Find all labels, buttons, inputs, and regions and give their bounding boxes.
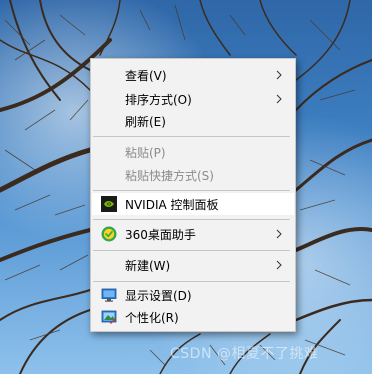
nvidia-logo-icon (101, 196, 117, 212)
desktop-background[interactable]: 查看(V) 排序方式(O) 刷新(E) 粘贴(P) 粘贴快捷方式(S) NVID… (0, 0, 372, 374)
chevron-right-icon (276, 70, 282, 80)
monitor-icon (101, 288, 117, 302)
menu-item-paste-label: 粘贴(P) (125, 145, 166, 160)
menu-item-paste-shortcut-label: 粘贴快捷方式(S) (125, 168, 214, 183)
chevron-right-icon (276, 94, 282, 104)
menu-item-360-desktop-assistant[interactable]: 360桌面助手 (92, 223, 294, 245)
menu-item-view-label: 查看(V) (125, 68, 167, 83)
menu-item-360-label: 360桌面助手 (125, 227, 196, 242)
menu-item-display-settings-label: 显示设置(D) (125, 288, 192, 303)
chevron-right-icon (276, 260, 282, 270)
watermark-text: CSDN @相夏不了挑难 (170, 346, 319, 362)
menu-item-display-settings[interactable]: 显示设置(D) (92, 284, 294, 306)
menu-item-view[interactable]: 查看(V) (92, 64, 294, 86)
menu-item-personalize[interactable]: 个性化(R) (92, 306, 294, 328)
menu-item-paste[interactable]: 粘贴(P) (92, 141, 294, 163)
360-assistant-icon (101, 226, 117, 242)
menu-item-sort-by-label: 排序方式(O) (125, 92, 192, 107)
menu-item-new[interactable]: 新建(W) (92, 254, 294, 276)
menu-item-refresh-label: 刷新(E) (125, 114, 166, 129)
menu-item-nvidia-control-panel[interactable]: NVIDIA 控制面板 (92, 193, 294, 215)
menu-item-refresh[interactable]: 刷新(E) (92, 110, 294, 132)
menu-separator (93, 281, 290, 282)
menu-separator (93, 136, 290, 137)
desktop-context-menu: 查看(V) 排序方式(O) 刷新(E) 粘贴(P) 粘贴快捷方式(S) NVID… (90, 58, 296, 332)
chevron-right-icon (276, 229, 282, 239)
personalize-icon (101, 310, 117, 324)
menu-item-nvidia-label: NVIDIA 控制面板 (125, 197, 219, 212)
menu-separator (93, 250, 290, 251)
menu-item-new-label: 新建(W) (125, 258, 171, 273)
menu-separator (93, 190, 290, 191)
menu-separator (93, 219, 290, 220)
menu-item-personalize-label: 个性化(R) (125, 310, 179, 325)
menu-item-sort-by[interactable]: 排序方式(O) (92, 88, 294, 110)
menu-item-paste-shortcut[interactable]: 粘贴快捷方式(S) (92, 164, 294, 186)
